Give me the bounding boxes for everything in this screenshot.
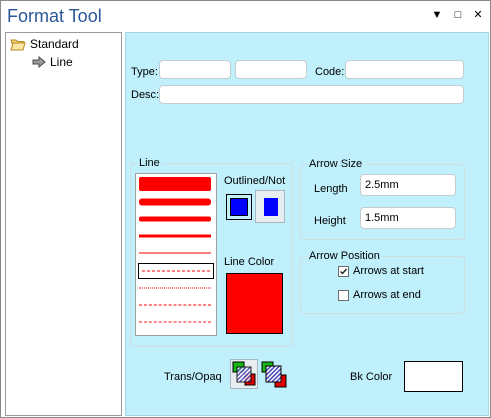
arrows-at-end-row[interactable]: Arrows at end: [338, 289, 421, 301]
bk-color-label: Bk Color: [350, 371, 393, 383]
line-color-label: Line Color: [224, 256, 275, 268]
desc-label: Desc:: [131, 89, 160, 101]
tree-item-line[interactable]: Line: [32, 55, 73, 69]
code-input[interactable]: [345, 60, 464, 79]
line-style-option[interactable]: [139, 246, 213, 260]
line-style-option[interactable]: [139, 195, 213, 209]
style-tree[interactable]: Standard Line: [5, 32, 122, 416]
line-group-title: Line: [137, 157, 162, 169]
arrows-at-end-label: Arrows at end: [353, 289, 421, 301]
maximize-icon[interactable]: □: [451, 8, 465, 22]
transparent-overlap-icon: [232, 361, 256, 386]
title-bar: Format Tool ▼ □ ✕: [1, 1, 490, 31]
not-outlined-button[interactable]: [255, 190, 285, 223]
arrow-size-title: Arrow Size: [307, 158, 365, 170]
trans-opaq-label: Trans/Opaq: [164, 371, 222, 383]
tree-item-standard[interactable]: Standard: [10, 37, 79, 51]
outlined-button[interactable]: [226, 194, 252, 220]
transparent-button[interactable]: [230, 359, 258, 389]
line-style-option[interactable]: [139, 298, 213, 312]
arrows-at-start-checkbox[interactable]: [338, 265, 349, 277]
opaque-overlap-icon: [261, 361, 287, 388]
arrow-position-title: Arrow Position: [307, 250, 382, 262]
height-input[interactable]: [360, 207, 456, 229]
line-style-option[interactable]: [139, 229, 213, 243]
arrows-at-start-label: Arrows at start: [353, 265, 424, 277]
type-label: Type:: [131, 66, 158, 78]
outlined-swatch: [230, 198, 248, 216]
line-style-option[interactable]: [139, 281, 213, 295]
length-label: Length: [314, 183, 348, 195]
line-style-option[interactable]: [139, 212, 213, 226]
line-style-list[interactable]: [135, 173, 217, 336]
close-icon[interactable]: ✕: [471, 8, 485, 22]
line-color-swatch[interactable]: [226, 273, 283, 334]
code-label: Code:: [315, 66, 345, 78]
checkmark-icon: [340, 268, 348, 275]
folder-open-icon: [10, 39, 26, 50]
line-style-option[interactable]: [139, 315, 213, 329]
desc-input[interactable]: [159, 85, 464, 104]
type-secondary-input[interactable]: [235, 60, 307, 79]
tree-item-label: Standard: [30, 37, 79, 51]
type-input[interactable]: [159, 60, 231, 79]
format-panel: Type: Code: Desc: Line Outlined/Not Line…: [125, 32, 489, 416]
bk-color-swatch[interactable]: [404, 361, 463, 392]
menu-dropdown-icon[interactable]: ▼: [430, 8, 444, 22]
not-outlined-swatch: [264, 198, 278, 216]
height-label: Height: [314, 215, 346, 227]
window-title: Format Tool: [7, 6, 102, 26]
tree-item-label: Line: [50, 55, 73, 69]
format-tool-window: Format Tool ▼ □ ✕ Standard Line Type: Co…: [0, 0, 491, 418]
arrow-right-icon: [32, 56, 46, 68]
line-style-option-selected[interactable]: [138, 263, 214, 279]
outlined-label: Outlined/Not: [224, 175, 286, 187]
opaque-button[interactable]: [260, 359, 288, 389]
arrows-at-end-checkbox[interactable]: [338, 289, 349, 301]
arrows-at-start-row[interactable]: Arrows at start: [338, 265, 424, 277]
line-style-option[interactable]: [139, 177, 213, 191]
length-input[interactable]: [360, 174, 456, 196]
